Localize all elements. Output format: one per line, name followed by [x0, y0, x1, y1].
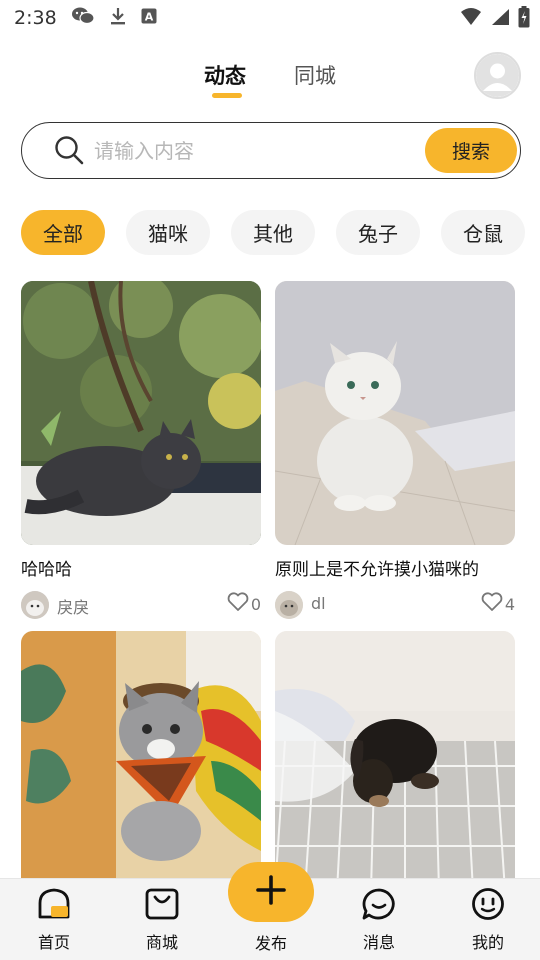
- author-avatar[interactable]: [21, 591, 49, 619]
- wechat-icon: [71, 6, 95, 30]
- nav-home-label: 首页: [37, 933, 70, 952]
- home-icon: [36, 887, 72, 925]
- feed-card[interactable]: 哈哈哈 戾戾 0: [21, 281, 261, 621]
- category-filter-bar: 全部 猫咪 其他 兔子 仓鼠: [21, 210, 540, 255]
- publish-label[interactable]: 发布: [231, 930, 311, 954]
- search-input[interactable]: [94, 131, 414, 171]
- author-avatar[interactable]: [275, 591, 303, 619]
- tab-dongtai[interactable]: 动态: [204, 60, 246, 90]
- search-button[interactable]: 搜索: [425, 128, 517, 173]
- nav-shop[interactable]: 商城: [122, 887, 202, 953]
- signal-icon: [490, 7, 510, 31]
- category-chip-hamster[interactable]: 仓鼠: [441, 210, 525, 255]
- shopping-bag-icon: [144, 887, 180, 925]
- feed-card[interactable]: [275, 631, 515, 891]
- category-chip-all[interactable]: 全部: [21, 210, 105, 255]
- wifi-icon: [460, 7, 482, 31]
- nav-home[interactable]: 首页: [14, 887, 94, 953]
- post-meta: 戾戾 0: [21, 591, 261, 619]
- post-image-tabby-kitten[interactable]: [21, 631, 261, 891]
- tab-tongcheng[interactable]: 同城: [294, 60, 336, 90]
- heart-icon: [227, 592, 249, 616]
- nav-messages[interactable]: 消息: [339, 887, 419, 953]
- feed-card[interactable]: 原则上是不允许摸小猫咪的 dl 4: [275, 281, 515, 621]
- plus-icon: [255, 874, 287, 910]
- search-icon: [54, 135, 84, 169]
- like-count: 4: [504, 594, 515, 614]
- like-count: 0: [250, 594, 261, 614]
- active-tab-indicator: [212, 93, 242, 98]
- nav-messages-label: 消息: [362, 933, 395, 952]
- status-time: 2:38: [14, 7, 57, 29]
- heart-icon: [481, 592, 503, 616]
- post-title[interactable]: 哈哈哈: [21, 555, 72, 580]
- publish-button[interactable]: [228, 862, 314, 922]
- category-chip-rabbit[interactable]: 兔子: [336, 210, 420, 255]
- svg-text:A: A: [144, 11, 153, 24]
- category-chip-cat[interactable]: 猫咪: [126, 210, 210, 255]
- post-meta: dl 4: [275, 591, 515, 619]
- feed-card[interactable]: [21, 631, 261, 891]
- search-bar: 搜索: [21, 122, 521, 179]
- smile-face-icon: [470, 887, 506, 925]
- user-avatar-icon[interactable]: [474, 52, 521, 99]
- post-title[interactable]: 原则上是不允许摸小猫咪的: [275, 555, 479, 580]
- post-image-black-puppy[interactable]: [275, 631, 515, 891]
- a-badge-icon: A: [141, 8, 157, 28]
- message-icon: [361, 887, 397, 925]
- author-name[interactable]: dl: [311, 594, 326, 613]
- header: 动态 同城: [0, 46, 540, 106]
- nav-shop-label: 商城: [145, 933, 178, 952]
- post-image-black-cat[interactable]: [21, 281, 261, 545]
- nav-profile-label: 我的: [471, 933, 504, 952]
- category-chip-other[interactable]: 其他: [231, 210, 315, 255]
- author-name[interactable]: 戾戾: [57, 594, 89, 618]
- status-bar: 2:38 A: [0, 0, 540, 36]
- download-icon: [109, 6, 127, 30]
- battery-icon: [518, 6, 530, 32]
- nav-profile[interactable]: 我的: [448, 887, 528, 953]
- post-image-white-cat[interactable]: [275, 281, 515, 545]
- like-button[interactable]: 0: [227, 592, 261, 616]
- like-button[interactable]: 4: [481, 592, 515, 616]
